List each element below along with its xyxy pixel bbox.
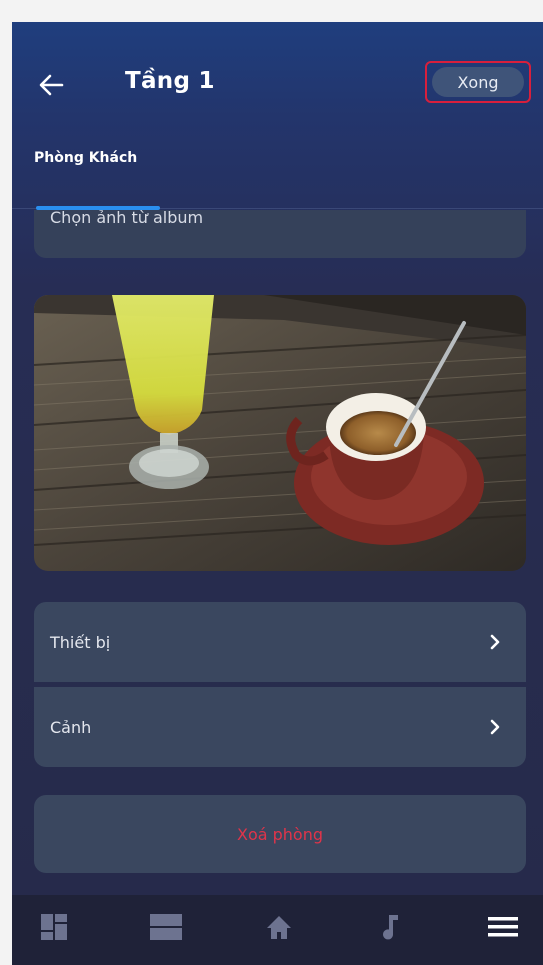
chevron-right-icon [490,634,500,650]
header: Tầng 1 Xong Phòng Khách [12,22,543,212]
done-button-highlight[interactable]: Xong [425,61,531,103]
nav-rooms[interactable] [146,907,186,947]
tab-phong-khach[interactable]: Phòng Khách [34,150,137,166]
room-photo-image [34,295,526,571]
menu-item-label: Thiết bị [50,632,111,652]
menu-item-label: Cảnh [50,717,92,737]
back-button[interactable] [36,70,66,100]
done-button[interactable]: Xong [432,67,524,97]
menu-item-scenes[interactable]: Cảnh [34,687,526,767]
chevron-right-icon [490,719,500,735]
choose-from-album-label: Chọn ảnh từ album [50,210,204,227]
room-settings-content: Chọn ảnh từ album Thiết bị Cảnh Xoá phòn… [12,210,543,882]
choose-from-album-button[interactable]: Chọn ảnh từ album [34,210,526,258]
rooms-list-icon [150,914,183,940]
arrow-left-icon [39,74,64,96]
nav-music[interactable] [371,907,411,947]
delete-room-button[interactable]: Xoá phòng [34,795,526,873]
page-title: Tầng 1 [125,68,215,94]
nav-home[interactable] [259,907,299,947]
menu-icon [488,917,518,937]
nav-dashboard[interactable] [34,907,74,947]
delete-room-label: Xoá phòng [236,824,324,844]
home-icon [266,916,291,939]
bottom-navigation [12,895,543,965]
music-note-icon [382,915,398,940]
room-menu-list: Thiết bị Cảnh [34,602,526,767]
app-screen: Tầng 1 Xong Phòng Khách Chọn ảnh từ albu… [12,22,543,965]
dashboard-icon [41,914,67,940]
nav-menu[interactable] [483,907,523,947]
menu-item-devices[interactable]: Thiết bị [34,602,526,682]
room-photo [34,295,526,571]
